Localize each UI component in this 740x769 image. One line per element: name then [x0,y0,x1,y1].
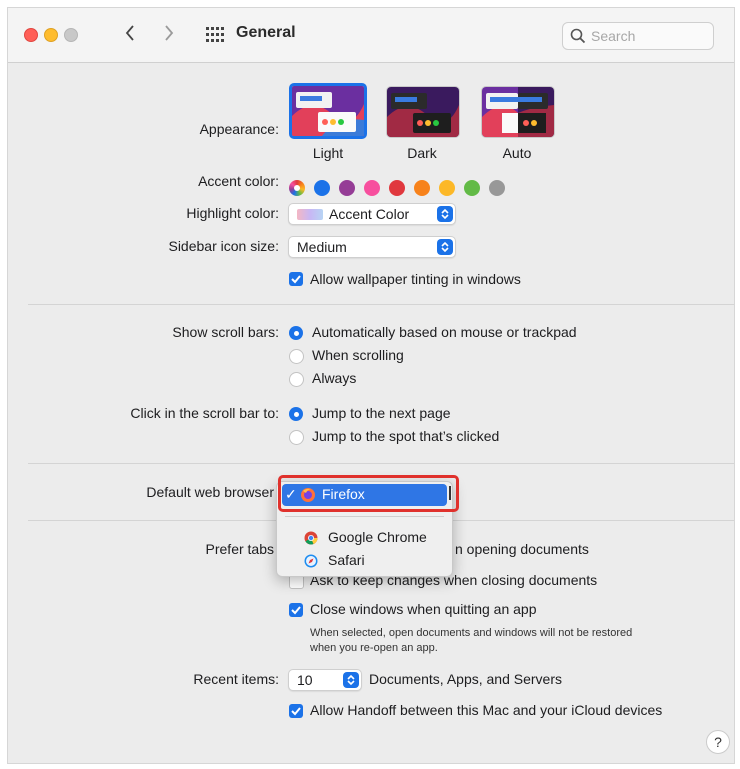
scroll-click-next-page-radio[interactable] [289,407,303,421]
scroll-bars-auto-label: Automatically based on mouse or trackpad [312,324,577,340]
handoff-label: Allow Handoff between this Mac and your … [310,702,663,718]
chevron-right-icon [165,25,174,41]
highlight-color-preview [297,209,323,220]
click-scroll-bar-label: Click in the scroll bar to: [130,405,279,421]
highlight-color-label: Highlight color: [186,205,279,221]
show-all-grid-icon[interactable] [206,27,224,43]
accent-green-swatch[interactable] [464,180,480,196]
scroll-click-next-page-label: Jump to the next page [312,405,451,421]
accent-color-label: Accent color: [198,173,279,189]
sidebar-icon-size-value: Medium [297,239,347,255]
menu-item-safari-label: Safari [328,552,365,568]
selected-dot [294,185,300,191]
accent-graphite-swatch[interactable] [489,180,505,196]
preferences-window: General Appearance: Light Dark [7,7,735,764]
checkmark-icon [291,275,301,284]
prefer-tabs-label: Prefer tabs [205,541,274,557]
accent-purple-swatch[interactable] [339,180,355,196]
sidebar-icon-size-label: Sidebar icon size: [168,238,279,254]
scroll-bars-always-label: Always [312,370,357,386]
appearance-dark-option[interactable] [386,86,460,138]
scroll-bars-when-scrolling-radio[interactable] [289,349,304,364]
chrome-icon [304,531,318,545]
menu-item-chrome-label: Google Chrome [328,529,427,545]
appearance-label: Appearance: [199,121,279,137]
back-button[interactable] [125,22,135,46]
checkmark-icon [291,707,301,716]
scroll-click-spot-radio[interactable] [289,430,304,445]
title-bar: General [8,8,734,63]
popup-stepper-icon [437,206,453,222]
zoom-window-button[interactable] [64,28,78,42]
scroll-click-spot-label: Jump to the spot that’s clicked [312,428,500,444]
handoff-checkbox[interactable] [289,704,303,718]
prefer-tabs-suffix: n opening documents [455,541,589,557]
highlight-annotation-box [278,475,459,512]
minimize-window-button[interactable] [44,28,58,42]
accent-orange-swatch[interactable] [414,180,430,196]
close-window-button[interactable] [24,28,38,42]
sidebar-icon-size-popup[interactable]: Medium [288,236,456,258]
appearance-auto-option[interactable] [481,86,555,138]
appearance-light-caption: Light [312,145,344,161]
chevron-left-icon [125,25,134,41]
appearance-dark-caption: Dark [407,145,437,161]
recent-items-suffix: Documents, Apps, and Servers [369,671,562,687]
accent-blue-swatch[interactable] [314,180,330,196]
show-scroll-bars-label: Show scroll bars: [172,324,279,340]
window-title: General [236,24,296,41]
separator [28,463,734,464]
scroll-bars-when-scrolling-label: When scrolling [312,347,404,363]
dark-appearance-thumbnail [387,87,459,137]
default-browser-label: Default web browser [146,484,274,500]
search-icon [570,28,586,44]
separator [28,304,734,305]
popup-stepper-icon [437,239,453,255]
menu-item-safari[interactable]: Safari [282,551,447,571]
scroll-bars-auto-radio[interactable] [289,326,303,340]
accent-multicolor-swatch[interactable] [289,180,305,196]
wallpaper-tinting-label: Allow wallpaper tinting in windows [310,271,521,287]
close-windows-note-2: when you re-open an app. [310,642,438,654]
auto-appearance-thumbnail [482,87,554,137]
search-input[interactable] [589,26,708,46]
recent-items-popup[interactable]: 10 [288,669,362,691]
accent-yellow-swatch[interactable] [439,180,455,196]
checkmark-icon [291,606,301,615]
highlight-color-value: Accent Color [329,206,410,222]
recent-items-label: Recent items: [193,671,279,687]
wallpaper-tinting-checkbox[interactable] [289,272,303,286]
highlight-color-popup[interactable]: Accent Color [288,203,456,225]
accent-red-swatch[interactable] [389,180,405,196]
menu-separator [285,516,444,517]
close-windows-checkbox[interactable] [289,603,303,617]
appearance-light-option[interactable] [289,83,367,139]
forward-button[interactable] [164,22,174,46]
appearance-auto-caption: Auto [502,145,532,161]
close-windows-note-1: When selected, open documents and window… [310,627,633,639]
search-field[interactable] [562,22,714,50]
light-appearance-thumbnail [292,86,364,136]
menu-item-chrome[interactable]: Google Chrome [282,528,447,548]
recent-items-value: 10 [297,672,313,688]
scroll-bars-always-radio[interactable] [289,372,304,387]
help-button[interactable]: ? [706,730,730,754]
safari-icon [304,554,318,568]
close-windows-label: Close windows when quitting an app [310,601,537,617]
popup-stepper-icon [343,672,359,688]
accent-pink-swatch[interactable] [364,180,380,196]
